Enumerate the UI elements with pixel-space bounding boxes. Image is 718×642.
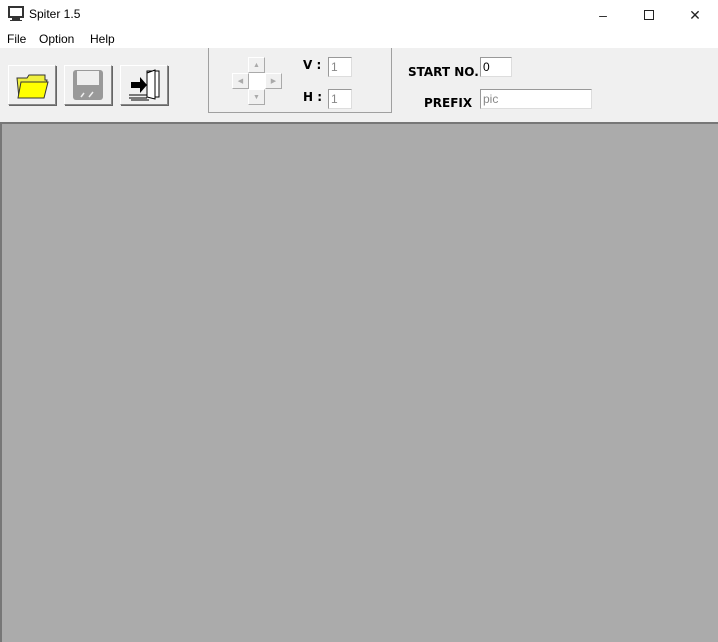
image-canvas[interactable] (0, 122, 718, 642)
maximize-icon (644, 10, 654, 20)
arrow-up-button[interactable]: ▲ (248, 57, 265, 73)
folder-icon (16, 74, 49, 99)
save-button[interactable] (64, 65, 112, 105)
start-no-label: START NO. (408, 65, 479, 79)
maximize-button[interactable] (626, 0, 672, 30)
arrow-right-icon: ▶ (270, 78, 277, 85)
h-label: H : (303, 90, 323, 104)
arrow-up-icon: ▲ (253, 61, 260, 69)
minimize-icon: – (599, 7, 607, 23)
arrow-down-button[interactable]: ▼ (248, 89, 265, 105)
open-button[interactable] (8, 65, 56, 105)
close-button[interactable]: ✕ (672, 0, 718, 30)
start-no-input[interactable] (480, 57, 512, 77)
v-input[interactable] (328, 57, 352, 77)
prefix-input[interactable] (480, 89, 592, 109)
arrow-left-button[interactable]: ◀ (232, 73, 249, 89)
exit-button[interactable] (120, 65, 168, 105)
floppy-icon (73, 70, 103, 100)
minimize-button[interactable]: – (580, 0, 626, 30)
h-input[interactable] (328, 89, 352, 109)
window-title: Spiter 1.5 (29, 7, 81, 21)
menu-option[interactable]: Option (39, 32, 74, 46)
v-label: V : (303, 58, 322, 72)
menu-file[interactable]: File (7, 32, 26, 46)
menu-help[interactable]: Help (90, 32, 115, 46)
arrow-left-icon: ◀ (237, 78, 244, 85)
close-icon: ✕ (689, 6, 701, 23)
exit-door-icon (129, 69, 160, 101)
app-monitor-icon (8, 6, 24, 25)
arrow-down-icon: ▼ (253, 93, 260, 101)
arrow-right-button[interactable]: ▶ (265, 73, 282, 89)
prefix-label: PREFIX (424, 96, 473, 110)
arrow-pad-center (249, 73, 265, 89)
